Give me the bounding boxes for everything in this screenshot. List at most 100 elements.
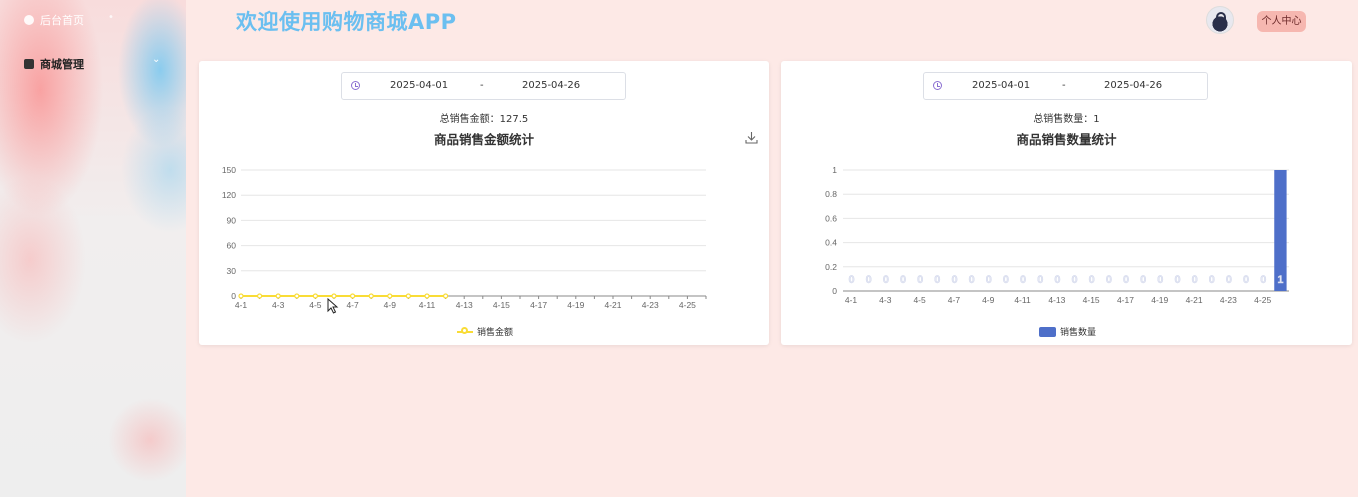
y-tick-label: 150 xyxy=(222,165,236,175)
y-tick-label: 0.2 xyxy=(825,262,837,272)
x-tick-label: 4-21 xyxy=(1186,295,1203,305)
y-tick-label: 60 xyxy=(227,241,237,251)
sidebar-item-home[interactable]: 后台首页 xyxy=(24,12,84,28)
x-tick-label: 4-17 xyxy=(530,300,547,310)
x-tick-label: 4-23 xyxy=(642,300,659,310)
data-label: 0 xyxy=(951,274,957,286)
sales-amount-line-chart: 03060901201504-1 4-3 4-5 4-7 4-9 4-11 4-13 4-15… xyxy=(222,165,707,310)
y-tick-label: 0.4 xyxy=(825,238,837,248)
personal-center-button[interactable]: 个人中心 xyxy=(1257,11,1306,32)
y-tick-label: 1 xyxy=(832,165,837,175)
x-tick-label: 4-19 xyxy=(567,300,584,310)
x-tick-label: 4-1 xyxy=(235,300,248,310)
data-label: 0 xyxy=(1243,274,1249,286)
x-tick-label: 4-11 xyxy=(419,300,436,310)
data-point xyxy=(424,293,430,299)
data-label: 1 xyxy=(1277,274,1283,286)
sidebar-item-label: 商城管理 xyxy=(40,58,84,71)
data-point xyxy=(294,293,300,299)
x-tick-label: 4-15 xyxy=(1083,295,1100,305)
sidebar-dot-icon: • xyxy=(108,12,114,23)
data-label: 0 xyxy=(1209,274,1215,286)
x-tick-label: 4-25 xyxy=(1254,295,1271,305)
clock-icon xyxy=(351,81,360,90)
sales-quantity-panel: 2025-04-01 - 2025-04-26 总销售数量：1 商品销售数量统计… xyxy=(781,61,1352,345)
home-icon xyxy=(24,15,34,25)
data-point xyxy=(350,293,356,299)
legend[interactable]: 销售数量 xyxy=(1039,325,1096,338)
data-label: 0 xyxy=(1003,274,1009,286)
data-point xyxy=(387,293,393,299)
data-label: 0 xyxy=(986,274,992,286)
x-tick-label: 4-25 xyxy=(679,300,696,310)
avatar[interactable] xyxy=(1206,6,1234,34)
legend[interactable]: 销售金额 xyxy=(457,325,513,338)
x-tick-label: 4-11 xyxy=(1014,295,1031,305)
data-point xyxy=(443,293,449,299)
y-tick-label: 90 xyxy=(227,215,237,225)
y-tick-label: 30 xyxy=(227,266,237,276)
chart-title: 商品销售数量统计 xyxy=(1016,132,1117,147)
legend-line-marker xyxy=(457,326,473,334)
data-point xyxy=(368,293,374,299)
data-label: 0 xyxy=(1037,274,1043,286)
bar xyxy=(1274,170,1287,291)
data-label: 0 xyxy=(1192,274,1198,286)
data-label: 0 xyxy=(917,274,923,286)
x-tick-label: 4-7 xyxy=(948,295,961,305)
shop-icon xyxy=(24,59,34,69)
sidebar-item-label: 后台首页 xyxy=(40,14,84,27)
clock-icon xyxy=(933,81,942,90)
x-tick-label: 4-19 xyxy=(1151,295,1168,305)
sales-quantity-bar-chart: 00.20.40.60.814-10 04-30 04-50 04-70 04-90 04… xyxy=(825,165,1289,305)
legend-label: 销售数量 xyxy=(1060,328,1097,338)
date-end-input[interactable]: 2025-04-26 xyxy=(522,80,580,91)
x-tick-label: 4-13 xyxy=(1048,295,1065,305)
date-range-picker[interactable]: 2025-04-01 - 2025-04-26 xyxy=(923,72,1208,100)
data-label: 0 xyxy=(1260,274,1266,286)
sidebar: 后台首页 • 商城管理 ⌄ xyxy=(0,0,186,497)
data-label: 0 xyxy=(969,274,975,286)
data-point xyxy=(256,293,263,299)
legend-label: 销售金额 xyxy=(477,328,514,338)
date-end-input[interactable]: 2025-04-26 xyxy=(1104,80,1162,91)
data-label: 0 xyxy=(1226,274,1232,286)
date-range-picker[interactable]: 2025-04-01 - 2025-04-26 xyxy=(341,72,626,100)
data-label: 0 xyxy=(866,274,872,286)
chevron-down-icon[interactable]: ⌄ xyxy=(152,54,160,65)
data-label: 0 xyxy=(1089,274,1095,286)
x-tick-label: 4-3 xyxy=(272,300,285,310)
y-tick-label: 0.6 xyxy=(825,213,837,223)
y-tick-label: 0.8 xyxy=(825,189,837,199)
sidebar-item-shop-management[interactable]: 商城管理 xyxy=(24,56,84,72)
mouse-cursor-icon xyxy=(327,298,339,314)
x-tick-label: 4-7 xyxy=(346,300,359,310)
date-start-input[interactable]: 2025-04-01 xyxy=(390,80,448,91)
x-tick-label: 4-5 xyxy=(913,295,926,305)
x-tick-label: 4-1 xyxy=(845,295,858,305)
data-label: 0 xyxy=(934,274,940,286)
data-label: 0 xyxy=(849,274,855,286)
data-label: 0 xyxy=(1020,274,1026,286)
data-point xyxy=(405,293,411,299)
x-tick-label: 4-13 xyxy=(456,300,473,310)
date-start-input[interactable]: 2025-04-01 xyxy=(972,80,1030,91)
page-title: 欢迎使用购物商城APP xyxy=(236,10,457,34)
data-label: 0 xyxy=(900,274,906,286)
y-tick-label: 0 xyxy=(832,286,837,296)
x-tick-label: 4-9 xyxy=(384,300,397,310)
x-tick-label: 4-3 xyxy=(879,295,892,305)
data-label: 0 xyxy=(1054,274,1060,286)
x-tick-label: 4-9 xyxy=(982,295,995,305)
x-tick-label: 4-5 xyxy=(309,300,322,310)
data-label: 0 xyxy=(883,274,889,286)
data-label: 0 xyxy=(1140,274,1146,286)
y-tick-label: 120 xyxy=(222,190,236,200)
x-tick-label: 4-17 xyxy=(1117,295,1134,305)
download-icon[interactable] xyxy=(745,131,758,144)
x-tick-label: 4-15 xyxy=(493,300,510,310)
data-point xyxy=(238,293,244,299)
x-tick-label: 4-23 xyxy=(1220,295,1237,305)
total-sales-quantity: 总销售数量：1 xyxy=(1033,114,1100,125)
chart-title: 商品销售金额统计 xyxy=(433,132,534,147)
